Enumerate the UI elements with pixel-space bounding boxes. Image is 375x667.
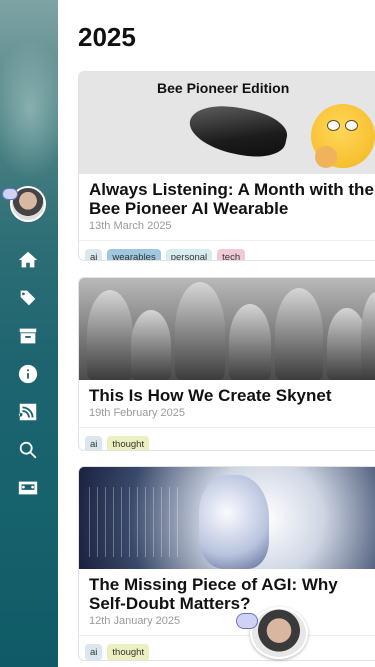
tag-tech[interactable]: tech xyxy=(217,249,246,260)
post-tags: ai thought xyxy=(79,427,375,450)
chat-avatar-button[interactable] xyxy=(236,607,308,659)
chat-bubble-icon xyxy=(236,613,258,629)
tag-ai[interactable]: ai xyxy=(85,644,103,660)
nav-home[interactable] xyxy=(16,248,40,272)
main-content: 2025 Bee Pioneer Edition Always Listenin… xyxy=(58,0,375,667)
home-icon xyxy=(18,251,38,268)
nav-about[interactable] xyxy=(16,362,40,386)
rss-icon xyxy=(18,403,37,421)
ai-head-image xyxy=(199,475,269,569)
robot-figure xyxy=(87,290,133,380)
robot-figure xyxy=(175,282,225,380)
emoji-hand xyxy=(315,146,337,168)
post-card[interactable]: Bee Pioneer Edition Always Listening: A … xyxy=(78,71,375,261)
post-card[interactable]: The Missing Piece of AGI: Why Self-Doubt… xyxy=(78,466,375,661)
author-avatar[interactable] xyxy=(2,186,46,222)
info-icon xyxy=(18,364,38,384)
post-tags: ai wearables personal tech xyxy=(79,240,375,260)
post-date: 12th January 2025 xyxy=(89,615,181,627)
robot-figure xyxy=(229,304,271,380)
year-heading: 2025 xyxy=(78,22,136,52)
nav-tags[interactable] xyxy=(16,286,40,310)
post-hero-image[interactable] xyxy=(79,467,375,569)
robot-figure xyxy=(131,310,171,380)
post-date: 13th March 2025 xyxy=(89,220,172,232)
post-title[interactable]: Always Listening: A Month with the Bee P… xyxy=(79,174,375,218)
tag-thought[interactable]: thought xyxy=(107,644,150,660)
post-title[interactable]: This Is How We Create Skynet xyxy=(79,380,375,405)
nav-rss[interactable] xyxy=(16,400,40,424)
tag-ai[interactable]: ai xyxy=(85,436,103,450)
post-hero-image[interactable] xyxy=(79,278,375,380)
tag-personal[interactable]: personal xyxy=(165,249,213,260)
cassette-icon xyxy=(18,481,38,495)
post-date: 19th February 2025 xyxy=(89,407,186,419)
nav-search[interactable] xyxy=(16,438,40,462)
tags-icon xyxy=(19,290,36,306)
robot-figure xyxy=(275,288,323,380)
sidebar xyxy=(0,0,58,667)
nav-media[interactable] xyxy=(16,476,40,500)
robot-figure xyxy=(361,292,375,380)
tag-wearables[interactable]: wearables xyxy=(107,249,161,260)
nav-archive[interactable] xyxy=(16,324,40,348)
hero-caption: Bee Pioneer Edition xyxy=(157,80,290,96)
tag-ai[interactable]: ai xyxy=(85,249,103,260)
thinking-emoji-image xyxy=(311,104,375,168)
chat-bubble-icon xyxy=(2,188,18,200)
sidebar-nav xyxy=(16,248,40,500)
circuit-pattern xyxy=(89,487,179,557)
archive-icon xyxy=(19,328,37,344)
post-tags: ai thought xyxy=(79,635,375,660)
emoji-eye xyxy=(327,120,340,131)
post-title[interactable]: The Missing Piece of AGI: Why Self-Doubt… xyxy=(79,569,375,613)
post-hero-image[interactable]: Bee Pioneer Edition xyxy=(79,72,375,174)
emoji-eye xyxy=(345,120,358,131)
wearable-device-image xyxy=(185,98,291,164)
post-card[interactable]: This Is How We Create Skynet 19th Februa… xyxy=(78,277,375,451)
search-icon xyxy=(19,441,37,459)
tag-thought[interactable]: thought xyxy=(107,436,150,450)
